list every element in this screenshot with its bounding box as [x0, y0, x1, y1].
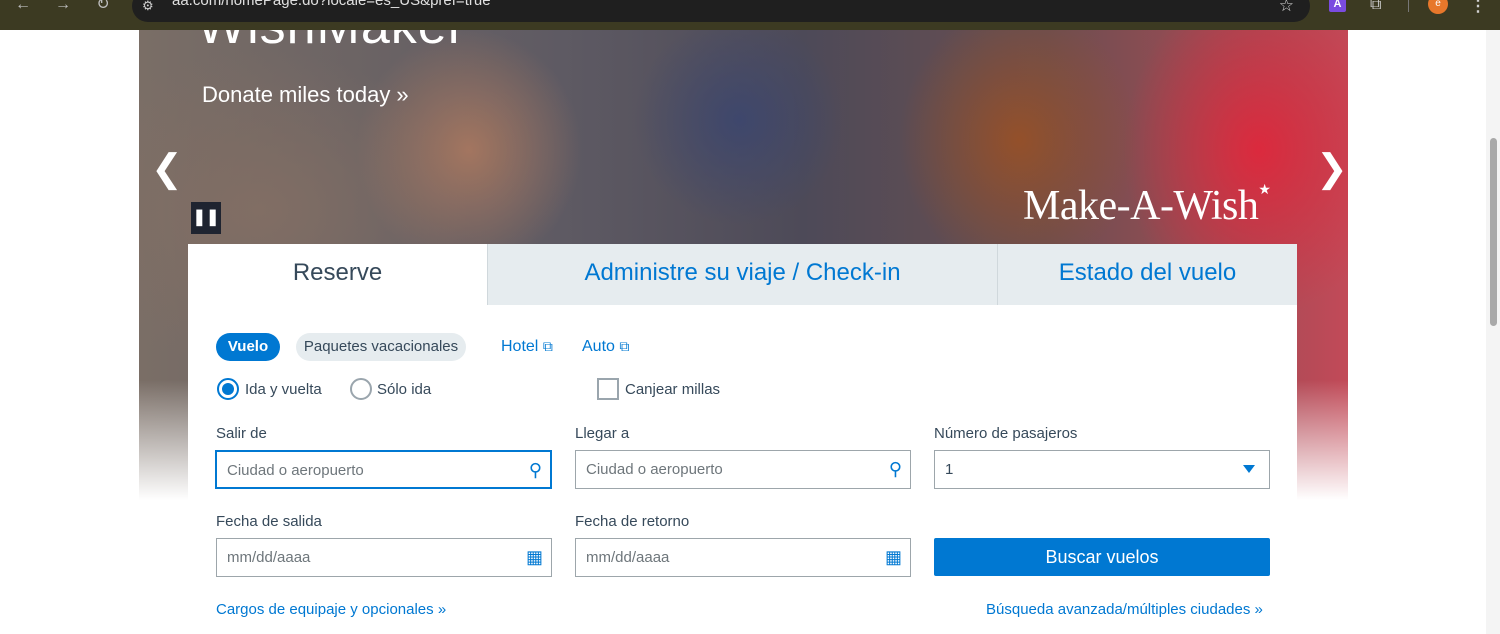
site-settings-icon[interactable]: ⚙: [142, 0, 154, 14]
donate-miles-link[interactable]: Donate miles today »: [202, 82, 409, 108]
search-flights-button[interactable]: Buscar vuelos: [934, 538, 1270, 576]
depart-label: Fecha de salida: [216, 513, 322, 530]
oneway-radio[interactable]: [350, 378, 372, 400]
extensions-puzzle-icon[interactable]: ⧉: [1370, 0, 1381, 14]
return-date-input[interactable]: [586, 539, 866, 576]
carousel-next-icon[interactable]: ❯: [1316, 146, 1348, 191]
carousel-pause-icon[interactable]: ❚❚: [191, 202, 221, 234]
calendar-icon[interactable]: ▦: [885, 547, 902, 568]
search-icon[interactable]: ⚲: [889, 459, 902, 480]
vacation-pill[interactable]: Paquetes vacacionales: [296, 333, 466, 361]
flight-pill[interactable]: Vuelo: [216, 333, 280, 361]
roundtrip-label[interactable]: Ida y vuelta: [245, 381, 322, 398]
tab-flight-status[interactable]: Estado del vuelo: [997, 244, 1297, 305]
tab-manage-trip[interactable]: Administre su viaje / Check-in: [487, 244, 997, 305]
from-label: Salir de: [216, 425, 267, 442]
depart-date-field[interactable]: ▦: [216, 538, 552, 577]
from-field[interactable]: ⚲: [215, 450, 552, 489]
browser-toolbar: ← → ↻ ⚙ aa.com/homePage.do?locale=es_US&…: [0, 0, 1500, 30]
redeem-miles-label[interactable]: Canjear millas: [625, 381, 720, 398]
scrollbar-track[interactable]: [1486, 30, 1500, 634]
external-link-icon: ⧉: [619, 338, 630, 354]
bookmark-star-icon[interactable]: ☆: [1279, 0, 1294, 16]
booking-tabs: Reserve Administre su viaje / Check-in E…: [188, 244, 1297, 305]
tab-reserve[interactable]: Reserve: [188, 244, 487, 305]
hotel-link[interactable]: Hotel ⧉: [501, 338, 553, 356]
return-date-field[interactable]: ▦: [575, 538, 911, 577]
url-text[interactable]: aa.com/homePage.do?locale=es_US&pref=tru…: [172, 0, 491, 9]
menu-kebab-icon[interactable]: ⋮: [1470, 0, 1486, 16]
car-link[interactable]: Auto ⧉: [582, 338, 629, 356]
return-label: Fecha de retorno: [575, 513, 690, 530]
car-label[interactable]: Auto: [582, 338, 615, 355]
carousel-prev-icon[interactable]: ❮: [151, 146, 183, 191]
to-input[interactable]: [586, 451, 866, 488]
reload-icon[interactable]: ↻: [92, 0, 114, 14]
logo-text: Make-A-Wish: [1023, 183, 1259, 229]
logo-star-icon: ★: [1258, 183, 1271, 198]
booking-widget: Reserve Administre su viaje / Check-in E…: [188, 244, 1297, 634]
forward-arrow-icon[interactable]: →: [52, 0, 74, 14]
external-link-icon: ⧉: [542, 338, 553, 354]
passengers-label: Número de pasajeros: [934, 425, 1078, 442]
from-input[interactable]: [227, 452, 507, 489]
oneway-label[interactable]: Sólo ida: [377, 381, 431, 398]
baggage-fees-link[interactable]: Cargos de equipaje y opcionales »: [216, 601, 446, 618]
chevron-down-icon[interactable]: [1243, 465, 1255, 473]
passengers-value[interactable]: 1: [945, 461, 953, 478]
advanced-search-link[interactable]: Búsqueda avanzada/múltiples ciudades »: [986, 601, 1263, 618]
make-a-wish-logo: Make-A-Wish★: [1023, 182, 1271, 230]
to-field[interactable]: ⚲: [575, 450, 911, 489]
passengers-select[interactable]: 1: [934, 450, 1270, 489]
to-label: Llegar a: [575, 425, 630, 442]
roundtrip-radio[interactable]: [217, 378, 239, 400]
calendar-icon[interactable]: ▦: [526, 547, 543, 568]
extension-icon[interactable]: A: [1329, 0, 1346, 12]
depart-date-input[interactable]: [227, 539, 507, 576]
toolbar-divider: [1408, 0, 1409, 12]
scrollbar-thumb[interactable]: [1490, 138, 1497, 326]
address-bar[interactable]: ⚙ aa.com/homePage.do?locale=es_US&pref=t…: [132, 0, 1310, 22]
profile-avatar[interactable]: e: [1428, 0, 1448, 14]
back-arrow-icon[interactable]: ←: [12, 0, 34, 14]
hotel-label[interactable]: Hotel: [501, 338, 538, 355]
search-icon[interactable]: ⚲: [529, 460, 542, 481]
redeem-miles-checkbox[interactable]: [597, 378, 619, 400]
hero-title: WishMaker: [197, 30, 466, 56]
